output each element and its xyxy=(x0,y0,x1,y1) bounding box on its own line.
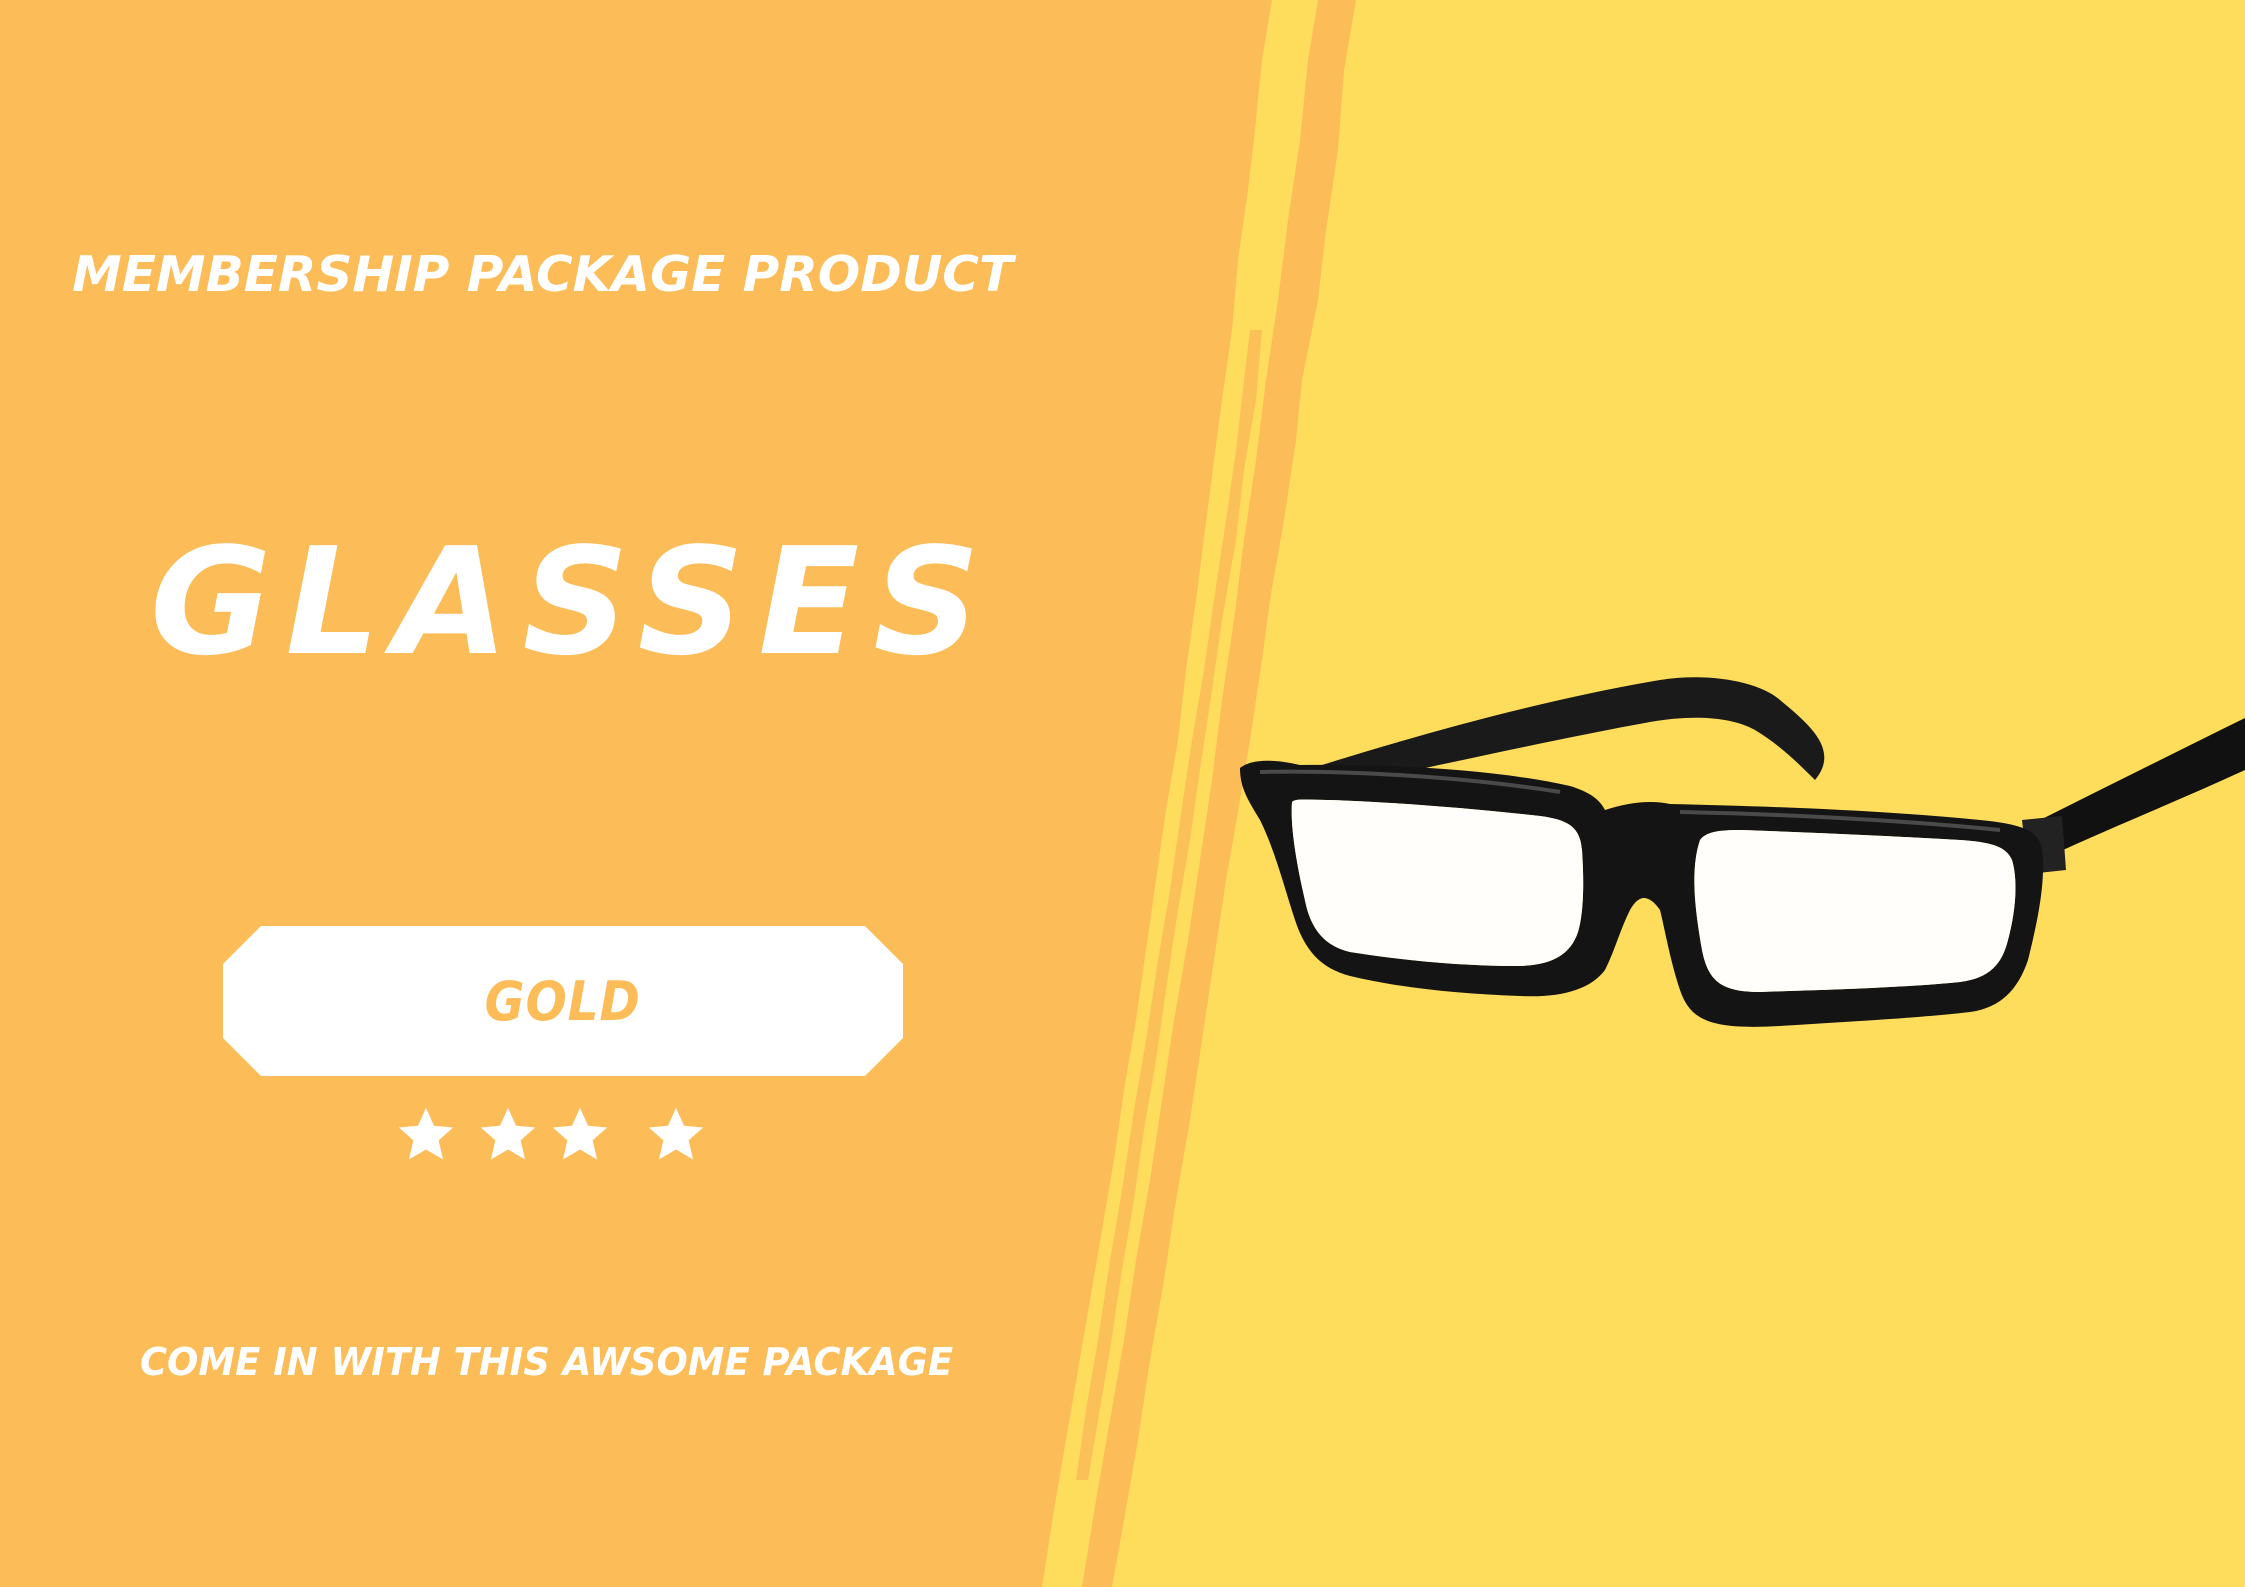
eyeglasses-icon xyxy=(1240,677,2245,1027)
package-subtitle: MEMBERSHIP PACKAGE PRODUCT xyxy=(72,246,1014,303)
rating-stars xyxy=(395,1104,715,1166)
tier-badge[interactable]: GOLD xyxy=(223,926,903,1076)
membership-flyer: MEMBERSHIP PACKAGE PRODUCT GLASSES GOLD … xyxy=(0,0,2245,1587)
star-icon xyxy=(648,1107,704,1160)
product-title: GLASSES xyxy=(150,516,994,688)
star-icon xyxy=(552,1107,608,1160)
star-icon xyxy=(398,1107,454,1160)
tagline: COME IN WITH THIS AWSOME PACKAGE xyxy=(140,1340,954,1384)
star-icon xyxy=(480,1107,536,1160)
tier-label: GOLD xyxy=(484,969,642,1033)
